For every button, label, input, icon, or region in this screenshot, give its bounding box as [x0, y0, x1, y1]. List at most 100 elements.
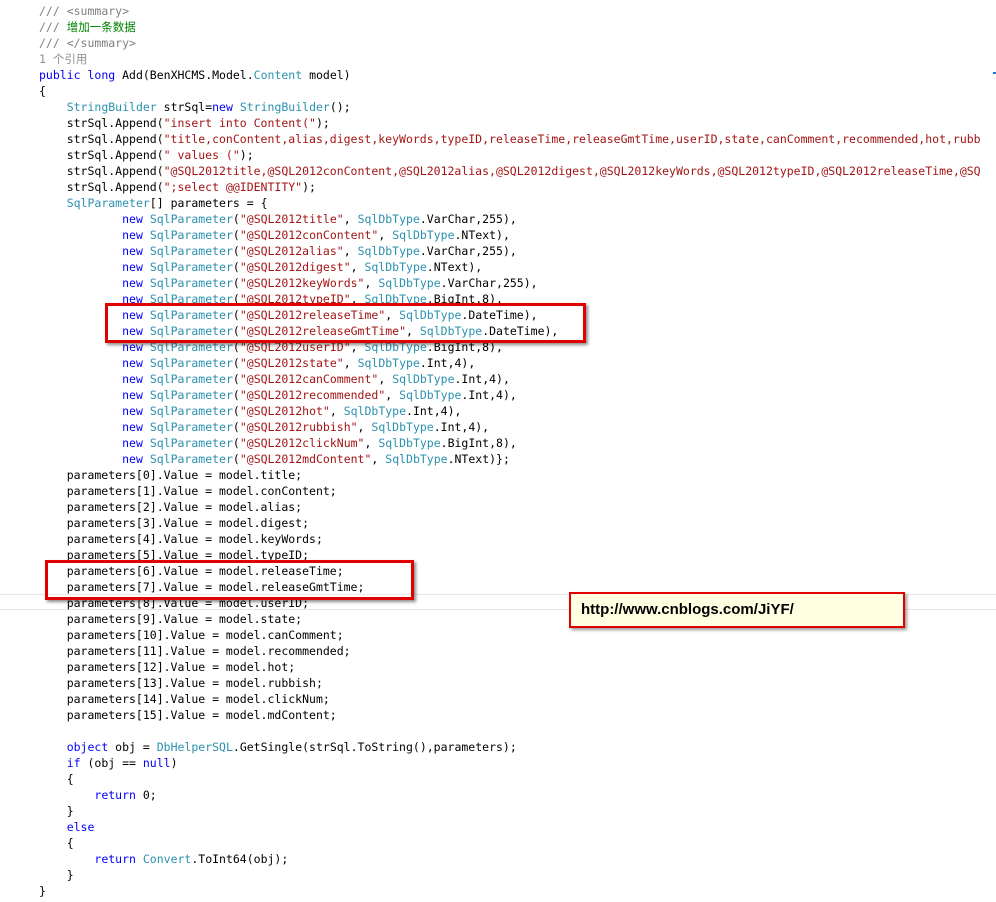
code-token: "insert into Content(" [163, 116, 316, 130]
code-line[interactable]: new SqlParameter("@SQL2012clickNum", Sql… [39, 435, 517, 451]
code-token: new [122, 404, 143, 418]
code-token: SqlDbType [385, 452, 448, 466]
code-line[interactable]: parameters[1].Value = model.conContent; [39, 483, 337, 499]
code-line[interactable]: /// </summary> [39, 35, 136, 51]
code-line[interactable]: } [39, 867, 74, 883]
code-line[interactable]: parameters[9].Value = model.state; [39, 611, 302, 627]
code-line[interactable]: strSql.Append(" values ("); [39, 147, 254, 163]
code-token: ); [315, 116, 330, 130]
code-token: SqlDbType [399, 388, 462, 402]
code-token: public [39, 68, 81, 82]
code-token: object [66, 740, 109, 754]
code-line[interactable]: { [39, 83, 46, 99]
code-editor[interactable]: /// <summary>/// 增加一条数据/// </summary> 1 个… [0, 0, 996, 902]
code-line[interactable]: { [39, 835, 74, 851]
code-line[interactable]: object obj = DbHelperSQL.GetSingle(strSq… [39, 739, 517, 755]
code-token: SqlParameter [149, 436, 233, 450]
code-token: , [378, 228, 393, 242]
code-line[interactable]: public long Add(BenXHCMS.Model.Content m… [39, 67, 351, 83]
code-token: .Int,4), [454, 372, 510, 386]
code-line[interactable]: new SqlParameter("@SQL2012mdContent", Sq… [39, 451, 510, 467]
code-token: ";select @@IDENTITY" [163, 180, 303, 194]
code-line[interactable]: parameters[14].Value = model.clickNum; [39, 691, 330, 707]
code-line[interactable]: { [39, 771, 74, 787]
code-line[interactable]: parameters[3].Value = model.digest; [39, 515, 309, 531]
code-token: (); [329, 100, 351, 114]
code-line[interactable]: 1 个引用 [39, 51, 87, 67]
code-line[interactable]: parameters[13].Value = model.rubbish; [39, 675, 323, 691]
code-line[interactable]: new SqlParameter("@SQL2012alias", SqlDbT… [39, 243, 517, 259]
code-line[interactable]: new SqlParameter("@SQL2012recommended", … [39, 387, 517, 403]
code-line[interactable]: new SqlParameter("@SQL2012keyWords", Sql… [39, 275, 537, 291]
code-line[interactable]: /// 增加一条数据 [39, 19, 136, 35]
code-token: SqlParameter [149, 244, 233, 258]
code-line[interactable]: parameters[10].Value = model.canComment; [39, 627, 344, 643]
code-line[interactable]: new SqlParameter("@SQL2012canComment", S… [39, 371, 510, 387]
code-token: parameters[0].Value = model.title; [39, 468, 303, 482]
code-token: SqlDbType [371, 420, 434, 434]
code-token: new [122, 420, 143, 434]
code-token: " values (" [163, 148, 240, 162]
code-line[interactable]: } [39, 883, 46, 899]
code-line[interactable]: parameters[0].Value = model.title; [39, 467, 302, 483]
code-line[interactable]: parameters[2].Value = model.alias; [39, 499, 302, 515]
code-token: parameters[2].Value = model.alias; [39, 500, 303, 514]
code-line[interactable]: if (obj == null) [39, 755, 178, 771]
code-line[interactable]: parameters[11].Value = model.recommended… [39, 643, 351, 659]
code-token: SqlDbType [357, 356, 420, 370]
code-line[interactable]: parameters[12].Value = model.hot; [39, 659, 296, 675]
code-token: ( [232, 388, 240, 402]
code-token: /// [39, 20, 67, 34]
code-line[interactable]: new SqlParameter("@SQL2012rubbish", SqlD… [39, 419, 489, 435]
code-line[interactable]: new SqlParameter("@SQL2012digest", SqlDb… [39, 259, 482, 275]
code-token: ( [232, 212, 240, 226]
code-token: strSql.Append( [39, 148, 164, 162]
code-token: new [122, 372, 143, 386]
code-token: parameters[3].Value = model.digest; [39, 516, 310, 530]
code-line[interactable]: strSql.Append("@SQL2012title,@SQL2012con… [39, 163, 981, 179]
code-line[interactable]: /// <summary> [39, 3, 129, 19]
code-token: SqlParameter [149, 228, 233, 242]
code-line[interactable]: parameters[4].Value = model.keyWords; [39, 531, 323, 547]
code-line[interactable]: return Convert.ToInt64(obj); [39, 851, 288, 867]
code-token: .Int,4), [419, 356, 476, 370]
code-line[interactable]: new SqlParameter("@SQL2012conContent", S… [39, 227, 510, 243]
code-token: , [378, 372, 393, 386]
code-token: StringBuilder [239, 100, 330, 114]
code-line[interactable]: SqlParameter[] parameters = { [39, 195, 268, 211]
code-token: ( [232, 452, 240, 466]
code-line[interactable]: return 0; [39, 787, 156, 803]
code-line[interactable]: strSql.Append(";select @@IDENTITY"); [39, 179, 316, 195]
code-line[interactable]: parameters[15].Value = model.mdContent; [39, 707, 337, 723]
code-token: ( [232, 404, 240, 418]
code-line[interactable]: new SqlParameter("@SQL2012state", SqlDbT… [39, 355, 475, 371]
code-token: SqlDbType [392, 228, 455, 242]
code-line[interactable]: new SqlParameter("@SQL2012hot", SqlDbTyp… [39, 403, 461, 419]
code-token: ( [232, 244, 240, 258]
code-token: , [371, 452, 386, 466]
code-token: ( [232, 436, 240, 450]
code-token: Add(BenXHCMS.Model. [115, 68, 254, 82]
code-line[interactable]: else [39, 819, 95, 835]
code-line[interactable]: } [39, 803, 74, 819]
code-token: parameters[11].Value = model.recommended… [39, 644, 351, 658]
code-line[interactable]: strSql.Append("title,conContent,alias,di… [39, 131, 981, 147]
code-line[interactable]: StringBuilder strSql=new StringBuilder()… [39, 99, 351, 115]
code-token: } [39, 804, 74, 818]
code-token: } [39, 884, 46, 898]
code-token: </summary> [66, 36, 136, 50]
code-token: , [385, 388, 400, 402]
code-line[interactable]: strSql.Append("insert into Content("); [39, 115, 330, 131]
code-line[interactable]: new SqlParameter("@SQL2012title", SqlDbT… [39, 211, 517, 227]
code-token: SqlDbType [364, 260, 427, 274]
code-token: "@SQL2012digest" [239, 260, 351, 274]
